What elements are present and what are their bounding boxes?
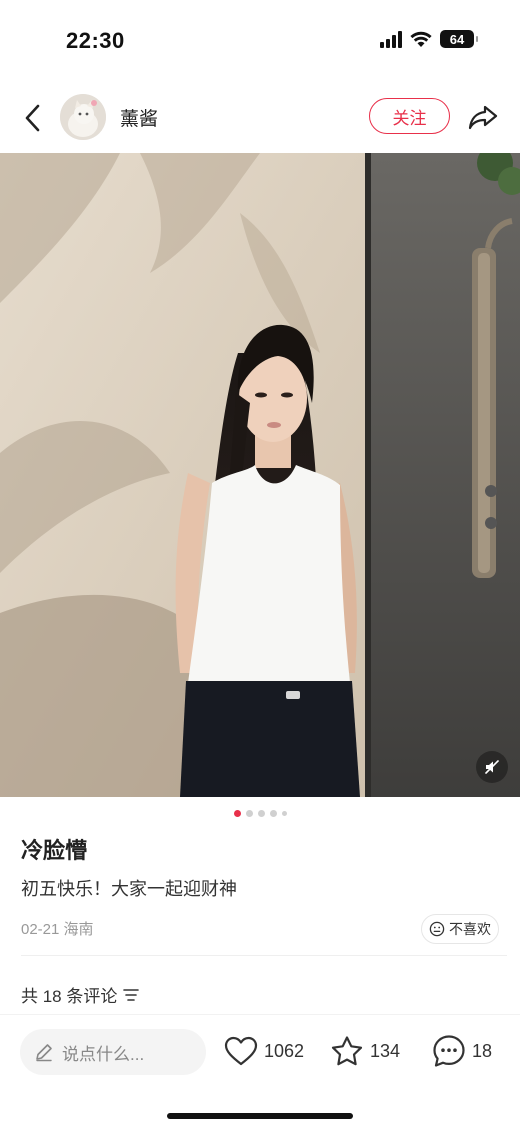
- page-dot: [245, 810, 253, 817]
- status-indicators: 64: [380, 30, 478, 48]
- comment-count-label: 共 18 条评论: [21, 987, 118, 1006]
- comment-total: 18: [472, 1040, 493, 1061]
- sort-icon: [123, 988, 140, 1001]
- comment-bubble-icon: [433, 1035, 465, 1067]
- signal-icon: [380, 30, 402, 48]
- home-indicator: [167, 1113, 353, 1119]
- page-dot: [269, 810, 277, 817]
- status-time: 22:30: [66, 28, 125, 53]
- collect-button[interactable]: 134: [330, 1031, 400, 1071]
- like-count: 1062: [264, 1040, 305, 1061]
- page-dot: [257, 810, 265, 817]
- pencil-icon: [36, 1044, 52, 1062]
- photo-pagination: [0, 810, 520, 817]
- post-title: 冷脸懵: [21, 838, 88, 863]
- share-icon: [468, 105, 498, 130]
- comment-count[interactable]: 共 18 条评论: [21, 982, 140, 1007]
- follow-button[interactable]: 关注: [369, 98, 450, 134]
- top-nav: 薰酱 关注: [0, 88, 520, 148]
- mute-icon: [485, 760, 499, 774]
- comment-button[interactable]: 18: [432, 1031, 492, 1071]
- dislike-label: 不喜欢: [449, 921, 491, 937]
- back-icon: [25, 104, 40, 132]
- bottom-action-bar: 说点什么... 1062 134 18: [0, 1014, 520, 1084]
- author-avatar[interactable]: [60, 94, 106, 140]
- comment-input-placeholder: 说点什么...: [62, 1044, 145, 1064]
- like-button[interactable]: 1062: [224, 1031, 304, 1071]
- star-icon: [331, 1036, 363, 1066]
- battery-indicator: 64: [440, 30, 478, 48]
- post-photo[interactable]: [0, 153, 520, 797]
- share-button[interactable]: [466, 100, 500, 134]
- page-dot: [281, 811, 287, 816]
- page-dot: [233, 810, 241, 817]
- collect-count: 134: [370, 1040, 401, 1061]
- author-name[interactable]: 薰酱: [120, 104, 158, 131]
- post-meta: 02-21 海南: [21, 921, 94, 938]
- dislike-button[interactable]: 不喜欢: [421, 914, 499, 944]
- back-button[interactable]: [18, 100, 46, 136]
- wifi-icon: [410, 31, 432, 47]
- mute-button[interactable]: [476, 751, 508, 783]
- divider: [21, 955, 507, 956]
- comment-input[interactable]: 说点什么...: [20, 1029, 206, 1075]
- neutral-face-icon: [429, 921, 445, 937]
- heart-icon: [224, 1036, 258, 1066]
- status-bar: 22:30 64: [0, 0, 520, 80]
- post-body: 初五快乐！大家一起迎财神: [21, 879, 237, 899]
